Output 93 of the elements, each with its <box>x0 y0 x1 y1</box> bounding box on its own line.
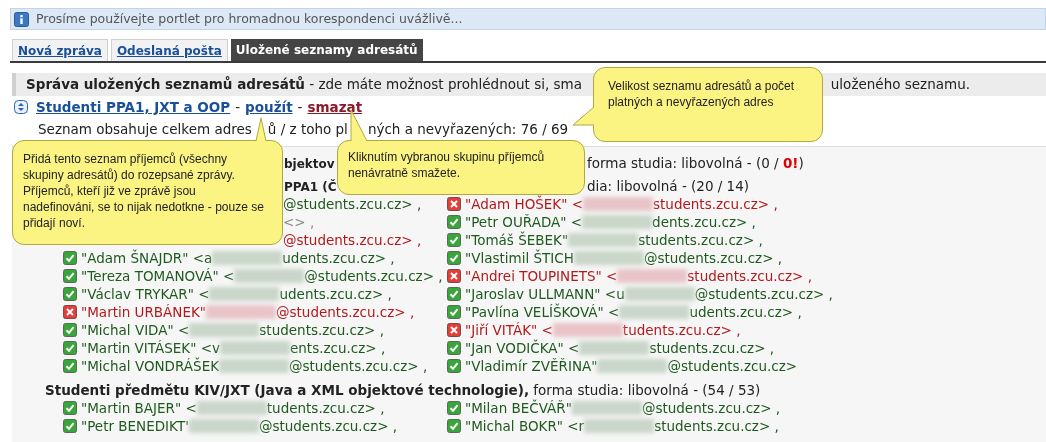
notice-text: Prosíme používejte portlet pro hromadnou korespondenci uvážlivě... <box>36 9 463 28</box>
recipient-name: "Tomáš ŠEBEK" <box>465 230 569 249</box>
list-summary: ných a nevyřazených: 76 / 69 <box>367 119 569 139</box>
email-address: students.zcu.cz> , <box>653 194 778 214</box>
email-address: tudents.zcu.cz> , <box>266 398 385 418</box>
redacted-text <box>582 215 653 229</box>
group-heading-end: forma studia: libovolná - (0 / 0!) <box>587 153 804 173</box>
email-address: @students.zcu.cz> , <box>643 248 783 268</box>
recipient-name: "Václav TRYKAR" < <box>81 284 210 304</box>
email-address: @students.zcu.cz> <box>667 356 798 376</box>
use-link[interactable]: použít <box>245 96 293 118</box>
recipient-name: "Vlastimil ŠTICH <box>465 248 574 268</box>
recipient-name: "Martin BAJER" < <box>81 398 197 418</box>
redacted-text <box>568 233 639 247</box>
redacted-text <box>552 323 623 337</box>
email-address: @students.zcu.cz> , <box>289 356 428 376</box>
info-icon <box>14 11 29 27</box>
email-address: students.zcu.cz> , <box>649 338 775 358</box>
recipient-name: "Jaroslav ULLMANN" <u <box>465 284 625 303</box>
recipient-name: "Petr BENEDIKT' <box>81 416 189 436</box>
delete-link[interactable]: smazat <box>307 96 363 118</box>
email-address: @students.zcu.cz> , <box>276 302 415 322</box>
recipient-name: "Milan BEČVÁŘ" <box>465 398 572 418</box>
group-heading: Studenti předmětu KIV/JXT (Java a XML objektové technologie), forma studia: libovolná - (54 / 53) <box>45 380 761 399</box>
email-address: students.zcu.cz> , <box>654 416 779 436</box>
email-address: <> , <box>283 212 315 232</box>
redacted-text <box>617 269 688 283</box>
list-summary: ů / z toho pl <box>267 119 348 139</box>
recipient-name: "Pavlína VELÍŠKOVÁ" < <box>465 302 620 322</box>
tooltip-pointer <box>351 110 367 141</box>
email-address: tudents.zcu.cz> , <box>622 320 741 340</box>
list-link[interactable]: Studenti PPA1, JXT a OOP <box>36 96 231 118</box>
email-address: dents.zcu.cz> , <box>652 212 756 232</box>
separator: - <box>297 97 303 117</box>
tooltip: Velikost seznamu adresátů a počet platných a nevyřazených adres <box>593 67 823 142</box>
redacted-text <box>579 341 650 355</box>
tab[interactable]: Nová zpráva <box>12 39 108 61</box>
redacted-text <box>220 341 290 355</box>
redacted-text <box>619 305 690 319</box>
email-address: students.zcu.cz> , <box>687 266 812 286</box>
tooltip-pointer <box>256 118 266 141</box>
recipient-name: "Petr OUŘADA" < <box>465 212 583 231</box>
email-address: udents.zcu.cz> , <box>279 284 392 304</box>
redacted-text <box>209 287 280 301</box>
email-address: @students.zcu.cz> , <box>304 266 443 286</box>
redacted-text <box>206 305 277 319</box>
recipient-name: "Martin URBÁNEK" <box>81 302 207 322</box>
recipient-name: "Vladimír ZVĚŘINA" <box>465 356 598 376</box>
email-address: @students.zcu.cz> , <box>641 398 781 418</box>
email-address: @students.zcu.cz> , <box>694 284 833 304</box>
recipient-name: "Tereza TOMANOVÁ" < <box>81 266 235 286</box>
redacted-text <box>234 269 305 283</box>
recipient-name: "Martin VITÁSEK" <v <box>81 338 220 357</box>
list-summary: Seznam obsahuje celkem adres <box>38 119 252 139</box>
tooltip: Přidá tento seznam příjemců (všechny skupiny adresátů) do rozepsané zprávy. Příjemců, kteří již ve zprávě jsou nadefinováni, se to nijak nedotkne - pouze se přidají noví. <box>12 140 283 245</box>
section-description: Správa uložených seznamů adresátů - zde máte možnost prohlédnout si, sma <box>26 75 582 95</box>
email-address: udents.zcu.cz> , <box>689 302 802 322</box>
tab[interactable]: Uložené seznamy adresátů <box>230 39 423 61</box>
redacted-text <box>584 419 655 433</box>
tooltip: Kliknutím vybranou skupinu příjemců nenávratně smažete. <box>337 140 585 195</box>
redacted-text <box>196 401 267 415</box>
email-address: @students.zcu.cz> , <box>283 230 422 250</box>
recipient-name: "Michal VIDA" < <box>81 320 190 340</box>
group-heading: bjektov <box>284 156 335 171</box>
recipient-name: "Michal VONDRÁŠEK <box>81 356 220 376</box>
group-heading: PPA1 (Č <box>284 179 337 194</box>
email-address: udents.zcu.cz> , <box>282 248 395 268</box>
recipient-name: "Adam ŠNAJDR" <a <box>81 248 213 268</box>
recipient-name: "Jiří VITÁK" < <box>465 320 553 339</box>
group-heading-end: dia: libovolná - (20 / 14) <box>587 176 750 196</box>
separator: - <box>235 97 241 117</box>
recipient-name: "Jan VODIČKA" < <box>465 338 580 358</box>
redacted-text <box>573 251 644 265</box>
recipient-name: "Adam HOŠEK" < <box>465 194 584 214</box>
recipient-name: "Michal BOKR" <r <box>465 416 585 436</box>
email-address: ents.zcu.cz> , <box>290 338 386 358</box>
tooltip-pointer <box>573 107 594 125</box>
collapse-icon[interactable] <box>14 100 28 114</box>
redacted-text <box>624 287 695 301</box>
redacted-text <box>219 359 290 373</box>
email-address: students.zcu.cz> , <box>259 320 385 340</box>
section-description-end: uloženého seznamu. <box>830 75 970 95</box>
email-address: @students.zcu.cz> , <box>258 416 398 436</box>
tab[interactable]: Odeslaná pošta <box>110 39 228 61</box>
redacted-text <box>583 197 654 211</box>
recipient-name: "Andrei TOUPINETS" < <box>465 266 618 286</box>
email-address: @students.zcu.cz> , <box>283 194 422 214</box>
redacted-text <box>212 251 283 265</box>
redacted-text <box>189 323 260 337</box>
redacted-text <box>188 419 259 433</box>
redacted-text <box>597 359 668 373</box>
redacted-text <box>571 401 642 415</box>
email-address: students.zcu.cz> , <box>638 230 763 250</box>
